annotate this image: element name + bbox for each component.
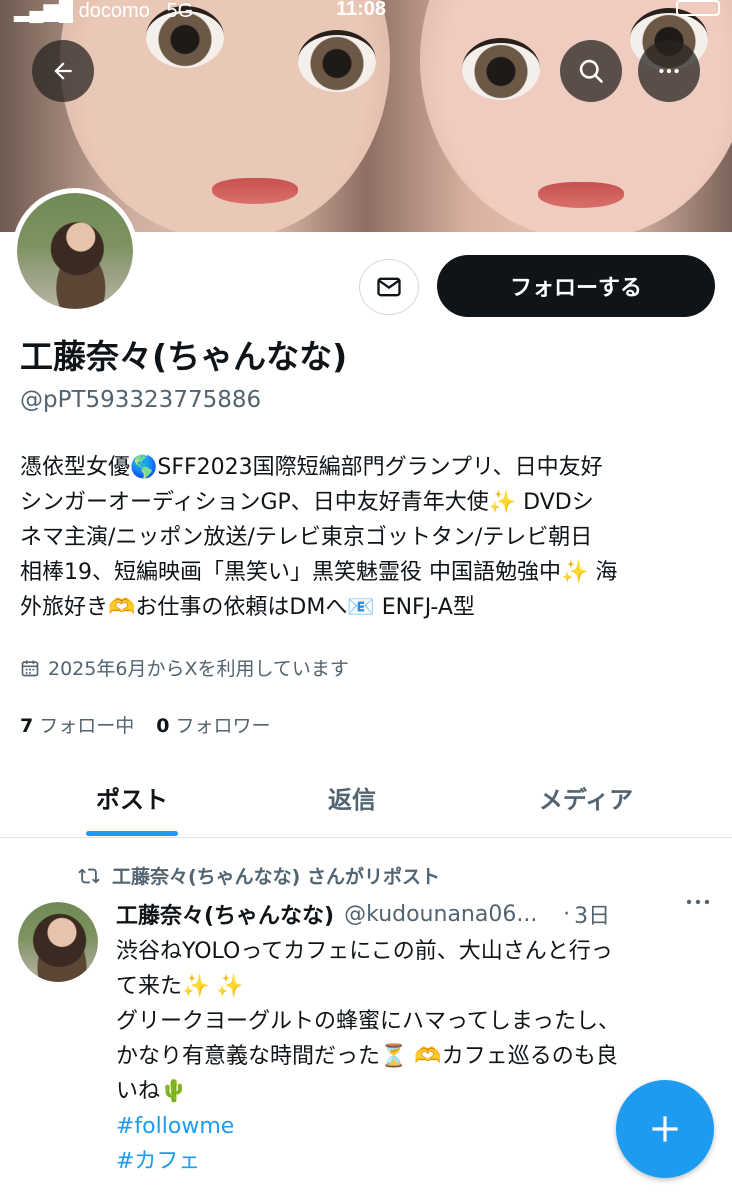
repost-text: 工藤奈々(ちゃんなな) さんがリポスト [112, 866, 440, 888]
banner-eye [462, 38, 540, 100]
following-count: 7 [20, 715, 34, 737]
post-author-handle[interactable]: @kudounana06... [344, 902, 559, 927]
avatar-image [18, 902, 98, 982]
post-separator: · [563, 901, 571, 927]
following-link[interactable]: 7 フォロー中 [20, 711, 134, 738]
status-time: 11:08 [336, 0, 387, 20]
profile-tabs: ポスト 返信 メディア [0, 756, 732, 838]
post-text-line: かなり有意義な時間だった⏳ 🫶カフェ巡るのも良 [116, 1044, 618, 1069]
followers-count: 0 [156, 715, 170, 737]
banner-lips [538, 182, 624, 208]
more-button[interactable] [638, 40, 700, 102]
post-timestamp[interactable]: 3日 [574, 898, 610, 930]
post-header: 工藤奈々(ちゃんなな) @kudounana06... · 3日 [116, 898, 716, 930]
following-label: フォロー中 [39, 715, 135, 737]
followers-link[interactable]: 0 フォロワー [156, 711, 270, 738]
search-icon [579, 59, 603, 83]
more-icon [686, 899, 710, 905]
bio-line: 外旅好き🫶お仕事の依頼はDMへ📧 ENFJ-A型 [20, 595, 475, 620]
search-button[interactable] [560, 40, 622, 102]
joined-text: 2025年6月からXを利用しています [48, 658, 349, 680]
follow-button[interactable]: フォローする [437, 255, 715, 317]
bio-line: シンガーオーディションGP、日中友好青年大使✨ DVDシ [20, 490, 594, 515]
post-author-name[interactable]: 工藤奈々(ちゃんなな) [116, 898, 334, 930]
bio-line: 憑依型女優🌎SFF2023国際短編部門グランプリ、日中友好 [20, 455, 603, 480]
profile-display-name: 工藤奈々(ちゃんなな) [20, 337, 348, 376]
tab-posts[interactable]: ポスト [30, 756, 234, 838]
profile-avatar[interactable] [12, 188, 138, 314]
tab-media[interactable]: メディア [484, 756, 688, 838]
repost-icon [78, 868, 100, 883]
post-text-line: て来た✨ ✨ [116, 974, 244, 999]
battery-icon [676, 0, 720, 16]
message-button[interactable] [359, 259, 419, 315]
followers-label: フォロワー [175, 715, 271, 737]
back-arrow-icon [54, 62, 72, 80]
tab-replies[interactable]: 返信 [250, 756, 454, 838]
more-icon [659, 68, 679, 74]
back-button[interactable] [32, 40, 94, 102]
follow-counts: 7 フォロー中 0 フォロワー [20, 711, 271, 738]
banner-eye [298, 30, 376, 92]
status-bar: ▂▄▆█ docomo 5G 11:08 [0, 0, 732, 22]
bio-line: ネマ主演/ニッポン放送/テレビ東京ゴットタン/テレビ朝日 [20, 525, 593, 550]
plus-icon [652, 1116, 678, 1142]
avatar-image [17, 193, 133, 309]
joined-date: 2025年6月からXを利用しています [20, 654, 349, 681]
post-text-line: 渋谷ねYOLOってカフェにこの前、大山さんと行っ [116, 939, 613, 964]
signal-icon: ▂▄▆█ [14, 0, 74, 22]
post-more-button[interactable] [684, 892, 712, 918]
post-author-avatar[interactable] [18, 902, 98, 982]
compose-button[interactable] [616, 1080, 714, 1178]
profile-banner[interactable] [0, 0, 732, 232]
bio-line: 相棒19、短編映画「黒笑い」黒笑魅霊役 中国語勉強中✨ 海 [20, 560, 618, 585]
repost-context[interactable]: 工藤奈々(ちゃんなな) さんがリポスト [78, 862, 440, 889]
profile-handle: @pPT593323775886 [20, 387, 262, 413]
mail-icon [377, 277, 401, 297]
profile-bio: 憑依型女優🌎SFF2023国際短編部門グランプリ、日中友好 シンガーオーディショ… [20, 450, 720, 625]
calendar-icon [21, 660, 39, 676]
post-text-line: グリークヨーグルトの蜂蜜にハマってしまったし、 [116, 1009, 621, 1034]
status-carrier: ▂▄▆█ docomo 5G [14, 0, 194, 22]
banner-lips [212, 178, 298, 204]
active-tab-indicator [86, 831, 178, 836]
